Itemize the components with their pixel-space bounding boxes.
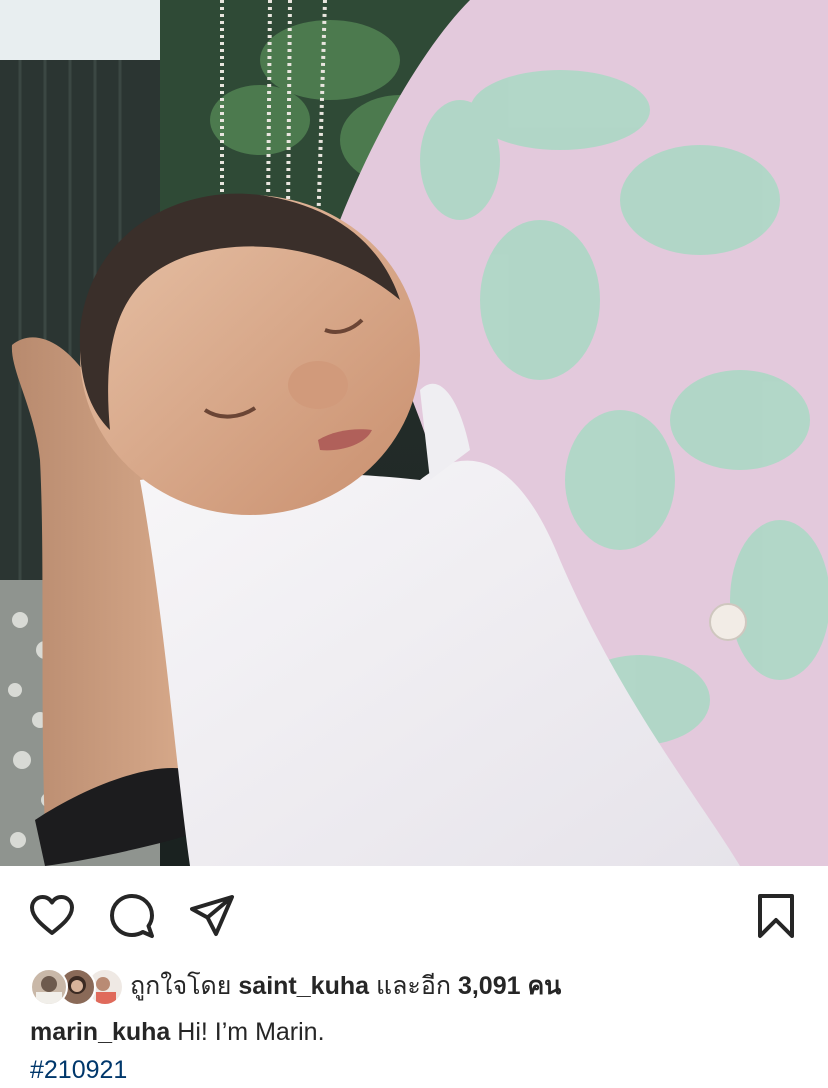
- heart-icon: [30, 895, 74, 935]
- caption-text: Hi! I’m Marin.: [177, 1018, 325, 1046]
- likes-text: ถูกใจโดย saint_kuha และอีก 3,091 คน: [130, 966, 561, 1006]
- likes-count[interactable]: 3,091: [458, 972, 521, 1000]
- likes-summary[interactable]: ถูกใจโดย saint_kuha และอีก 3,091 คน: [30, 962, 561, 1010]
- share-button[interactable]: [188, 892, 236, 940]
- comment-button[interactable]: [108, 892, 156, 940]
- bookmark-icon: [758, 894, 794, 938]
- post-photo[interactable]: [0, 0, 828, 866]
- liker-avatars: [30, 966, 124, 1006]
- post-caption: marin_kuha Hi! I’m Marin.: [30, 1018, 325, 1047]
- caption-username[interactable]: marin_kuha: [30, 1018, 170, 1046]
- like-button[interactable]: [28, 892, 76, 940]
- likes-conjunction: และอีก: [375, 972, 451, 1000]
- hashtag-link[interactable]: #210921: [30, 1056, 127, 1085]
- avatar: [30, 968, 68, 1006]
- likes-prefix: ถูกใจโดย: [130, 972, 232, 1000]
- post-action-bar: [0, 866, 828, 962]
- comment-icon: [110, 894, 154, 938]
- share-icon: [190, 895, 234, 936]
- post-image: [0, 0, 828, 866]
- save-button[interactable]: [752, 892, 800, 940]
- likes-suffix: คน: [527, 972, 562, 1000]
- liked-by-username[interactable]: saint_kuha: [238, 972, 369, 1000]
